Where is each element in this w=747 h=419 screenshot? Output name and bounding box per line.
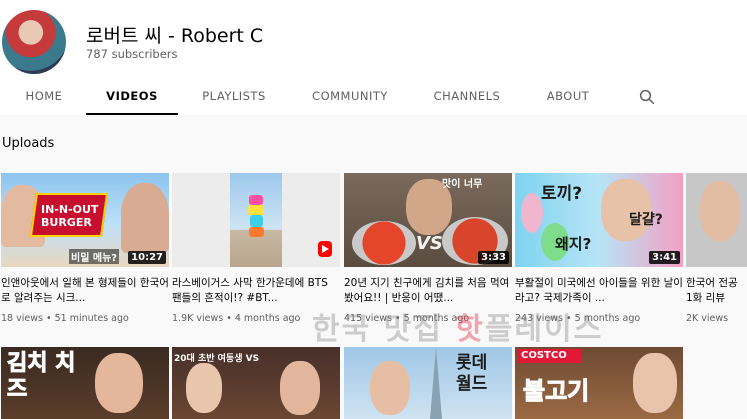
tab-community[interactable]: COMMUNITY <box>302 80 398 115</box>
tab-playlists[interactable]: PLAYLISTS <box>192 80 276 115</box>
watermark-text-3: 플레이스 <box>484 312 604 347</box>
video-card[interactable]: 맛이 너무 VS 3:33 20년 지기 친구에게 김치를 처음 먹여봤어요!!… <box>344 173 512 324</box>
video-thumbnail[interactable]: 20대 초반 여동생 VS <box>172 347 340 419</box>
channel-avatar[interactable] <box>2 10 66 74</box>
thumbnail-subtitle: VS <box>416 233 443 254</box>
thumbnail-title: 김치 치즈 <box>7 351 76 403</box>
thumbnail-title: 맛이 너무 <box>442 179 483 190</box>
shorts-icon <box>318 241 332 257</box>
tab-videos[interactable]: VIDEOS <box>86 80 178 115</box>
video-card[interactable]: 토끼? 달걀? 왜지? 3:41 부활절이 미국에선 아이들을 위한 날이라고?… <box>515 173 683 324</box>
video-thumbnail[interactable]: 김치 치즈 <box>1 347 169 419</box>
video-card[interactable]: 김치 치즈 <box>1 347 169 419</box>
video-thumbnail[interactable]: 롯데 월드 <box>344 347 512 419</box>
video-card[interactable]: COSTCO 불고기 <box>515 347 683 419</box>
video-card[interactable]: 롯데 월드 <box>344 347 512 419</box>
video-card[interactable]: 라스베이거스 사막 한가운데에 BTS 팬들의 흔적이!? #BT... 1.9… <box>172 173 340 324</box>
view-count: 18 views <box>1 313 43 324</box>
view-count: 2K views <box>686 313 729 324</box>
view-count: 1.9K views <box>172 313 224 324</box>
video-thumbnail[interactable]: COSTCO 불고기 <box>515 347 683 419</box>
thumbnail-subtitle: 비밀 메뉴? <box>69 249 120 264</box>
watermark-text-2: 핫 <box>455 312 485 347</box>
thumbnail-title: 불고기 <box>522 377 590 406</box>
thumbnail-title: 토끼? <box>541 184 583 204</box>
subscriber-count: 787 subscribers <box>86 47 178 61</box>
tab-channels[interactable]: CHANNELS <box>426 80 508 115</box>
channel-name: 로버트 씨 - Robert C <box>86 25 264 47</box>
video-title[interactable]: 인앤아웃에서 일해 본 형제들이 한국어로 알려주는 시크... <box>1 276 169 306</box>
thumbnail-title: 롯데 월드 <box>456 353 488 394</box>
upload-age: 4 months ago <box>234 313 301 324</box>
video-meta: 18 views • 51 minutes ago <box>1 313 129 324</box>
video-thumbnail[interactable]: 맛이 너무 VS 3:33 <box>344 173 512 267</box>
tab-about[interactable]: ABOUT <box>538 80 598 115</box>
watermark: 한국 맛집 핫플레이스 <box>312 304 603 348</box>
video-card[interactable]: IN-N-OUT BURGER 비밀 메뉴? 10:27 인앤아웃에서 일해 본… <box>1 173 169 324</box>
video-meta: 2K views <box>686 313 747 324</box>
video-duration: 3:41 <box>649 251 680 264</box>
video-title[interactable]: 라스베이거스 사막 한가운데에 BTS 팬들의 흔적이!? #BT... <box>172 276 340 306</box>
video-thumbnail[interactable] <box>686 173 747 267</box>
thumbnail-title: 20대 초반 여동생 VS <box>174 354 260 364</box>
search-icon[interactable] <box>638 88 656 106</box>
video-title[interactable]: 한국어 전공 1화 리뷰 <box>686 276 738 306</box>
video-thumbnail[interactable]: 토끼? 달걀? 왜지? 3:41 <box>515 173 683 267</box>
upload-age: 51 minutes ago <box>54 313 129 324</box>
channel-header: 로버트 씨 - Robert C 787 subscribers HOME VI… <box>0 0 747 115</box>
thumbnail-subtitle-2: 왜지? <box>555 235 592 253</box>
section-title-uploads: Uploads <box>2 136 55 151</box>
thumbnail-logo-text: COSTCO <box>521 350 567 361</box>
thumbnail-title: IN-N-OUT BURGER <box>41 203 99 229</box>
video-duration: 10:27 <box>128 251 166 264</box>
thumbnail-subtitle: 달걀? <box>629 212 663 228</box>
video-title[interactable]: 20년 지기 친구에게 김치를 처음 먹여봤어요!! | 반응이 어땠... <box>344 276 512 306</box>
video-title[interactable]: 부활절이 미국에선 아이들을 위한 날이라고? 국제가족이 ... <box>515 276 683 306</box>
channel-tabs: HOME VIDEOS PLAYLISTS COMMUNITY CHANNELS… <box>0 80 747 115</box>
watermark-text-1: 한국 맛집 <box>312 312 456 347</box>
video-thumbnail[interactable]: IN-N-OUT BURGER 비밀 메뉴? 10:27 <box>1 173 169 267</box>
video-card[interactable]: 20대 초반 여동생 VS <box>172 347 340 419</box>
video-card[interactable]: 한국어 전공 1화 리뷰 2K views <box>686 173 747 324</box>
tab-home[interactable]: HOME <box>14 80 74 115</box>
video-thumbnail[interactable] <box>172 173 340 267</box>
video-duration: 3:33 <box>478 251 509 264</box>
